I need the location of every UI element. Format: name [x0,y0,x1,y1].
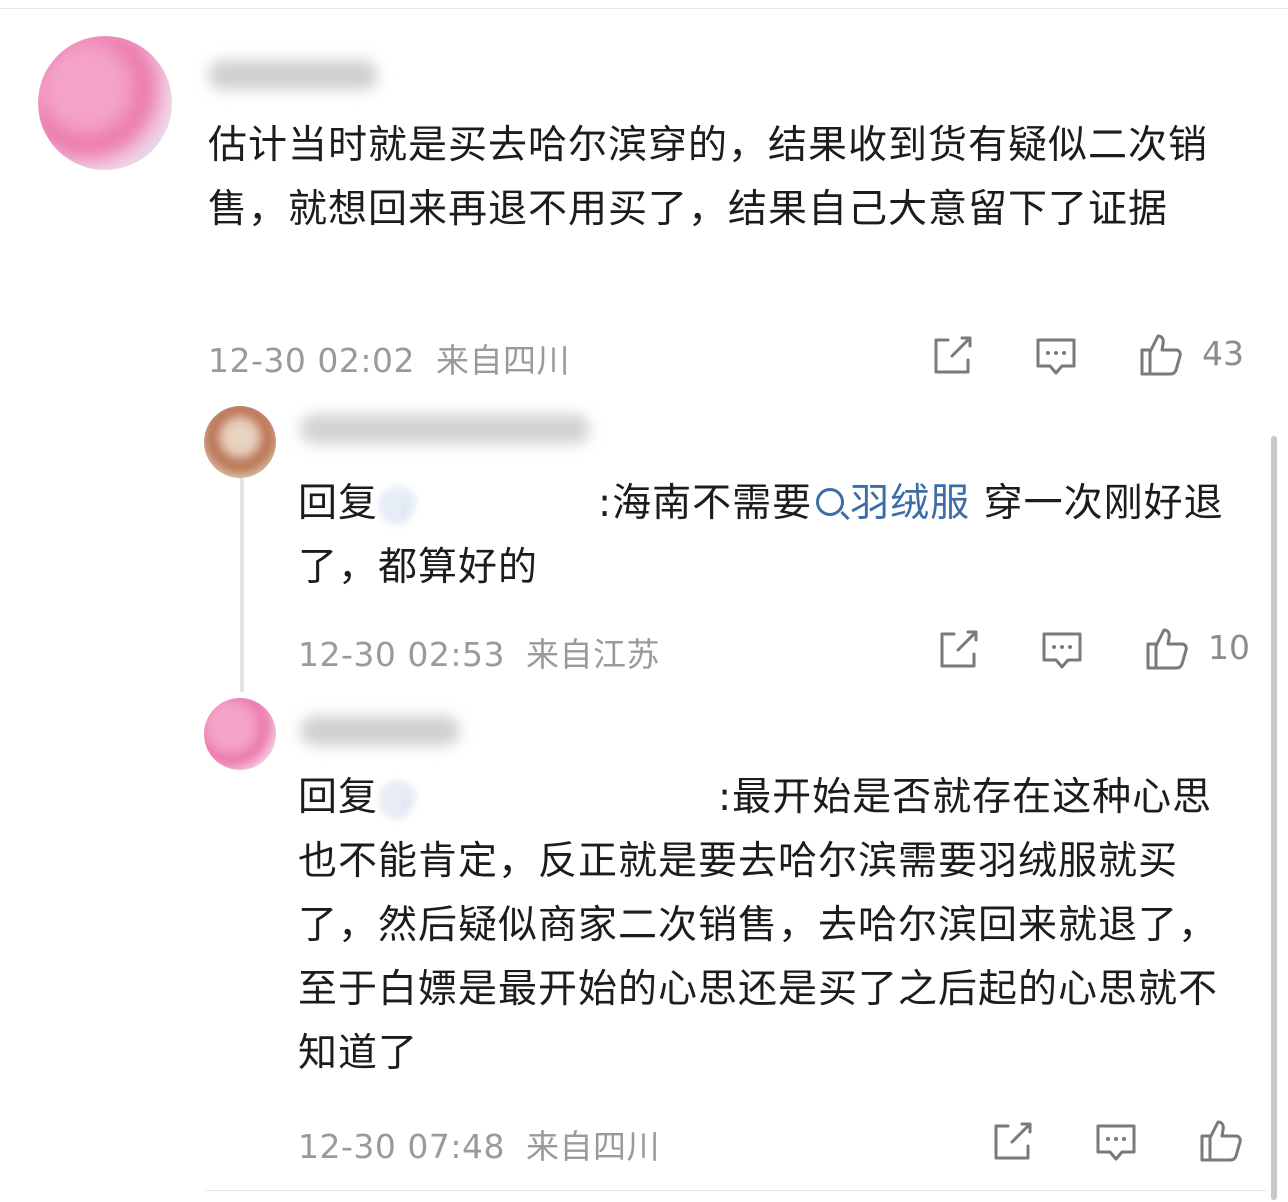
reply-time: 12-30 07:48 [298,1127,505,1166]
reply-button[interactable] [1038,626,1086,674]
top-divider [0,8,1288,9]
like-button[interactable] [1136,330,1184,378]
reply-prefix: 回复 [298,775,379,820]
share-icon [994,1122,1032,1160]
reply-meta: 12-30 02:53 来自江苏 [298,628,660,676]
avatar[interactable] [204,698,276,770]
like-button[interactable] [1142,624,1190,672]
search-icon [816,487,845,516]
avatar[interactable] [204,406,276,478]
thread-line [240,478,244,692]
username-blurred[interactable] [208,60,378,90]
reply-prefix: 回复 [298,481,379,526]
username-blurred[interactable] [300,414,590,444]
comment-icon [1036,338,1076,375]
like-count: 43 [1202,334,1244,373]
like-count: 10 [1208,628,1250,667]
share-button[interactable] [934,626,982,674]
topic-label: 羽绒服 [850,481,971,526]
comment-time: 12-30 02:02 [208,341,415,380]
reply-text: 回复@ :最开始是否就存在这种心思也不能肯定，反正就是要去哈尔滨需要羽绒服就买了… [298,766,1248,1086]
topic-link[interactable]: 羽绒服 [812,481,970,526]
bottom-divider [206,1190,1266,1191]
scrollbar[interactable] [1271,436,1277,1200]
share-button[interactable] [928,332,976,380]
mention-link-blurred[interactable]: @ [378,766,718,830]
reply-meta: 12-30 07:48 来自四川 [298,1120,660,1168]
share-button[interactable] [988,1118,1036,1166]
reply-text: 回复@ :海南不需要 羽绒服 穿一次刚好退了，都算好的 [298,472,1248,600]
comment-icon [1096,1124,1136,1161]
comment-icon [1042,632,1082,669]
mention-link-blurred[interactable]: @ [378,472,598,536]
comment-location: 来自四川 [435,341,570,380]
username-blurred[interactable] [300,716,460,746]
reply-button[interactable] [1092,1118,1140,1166]
reply-button[interactable] [1032,332,1080,380]
reply-location: 来自江苏 [525,635,660,674]
reply-text-part: :海南不需要 [598,481,813,526]
share-icon [940,630,978,668]
like-button[interactable] [1196,1116,1244,1164]
comment-text: 估计当时就是买去哈尔滨穿的，结果收到货有疑似二次销售，就想回来再退不用买了，结果… [208,123,1209,232]
avatar[interactable] [38,36,172,170]
reply-location: 来自四川 [525,1127,660,1166]
like-icon [1146,628,1188,670]
like-icon [1140,334,1182,376]
comment-meta: 12-30 02:02 来自四川 [208,334,570,382]
share-icon [934,336,972,374]
like-icon [1200,1120,1242,1162]
reply-time: 12-30 02:53 [298,635,505,674]
